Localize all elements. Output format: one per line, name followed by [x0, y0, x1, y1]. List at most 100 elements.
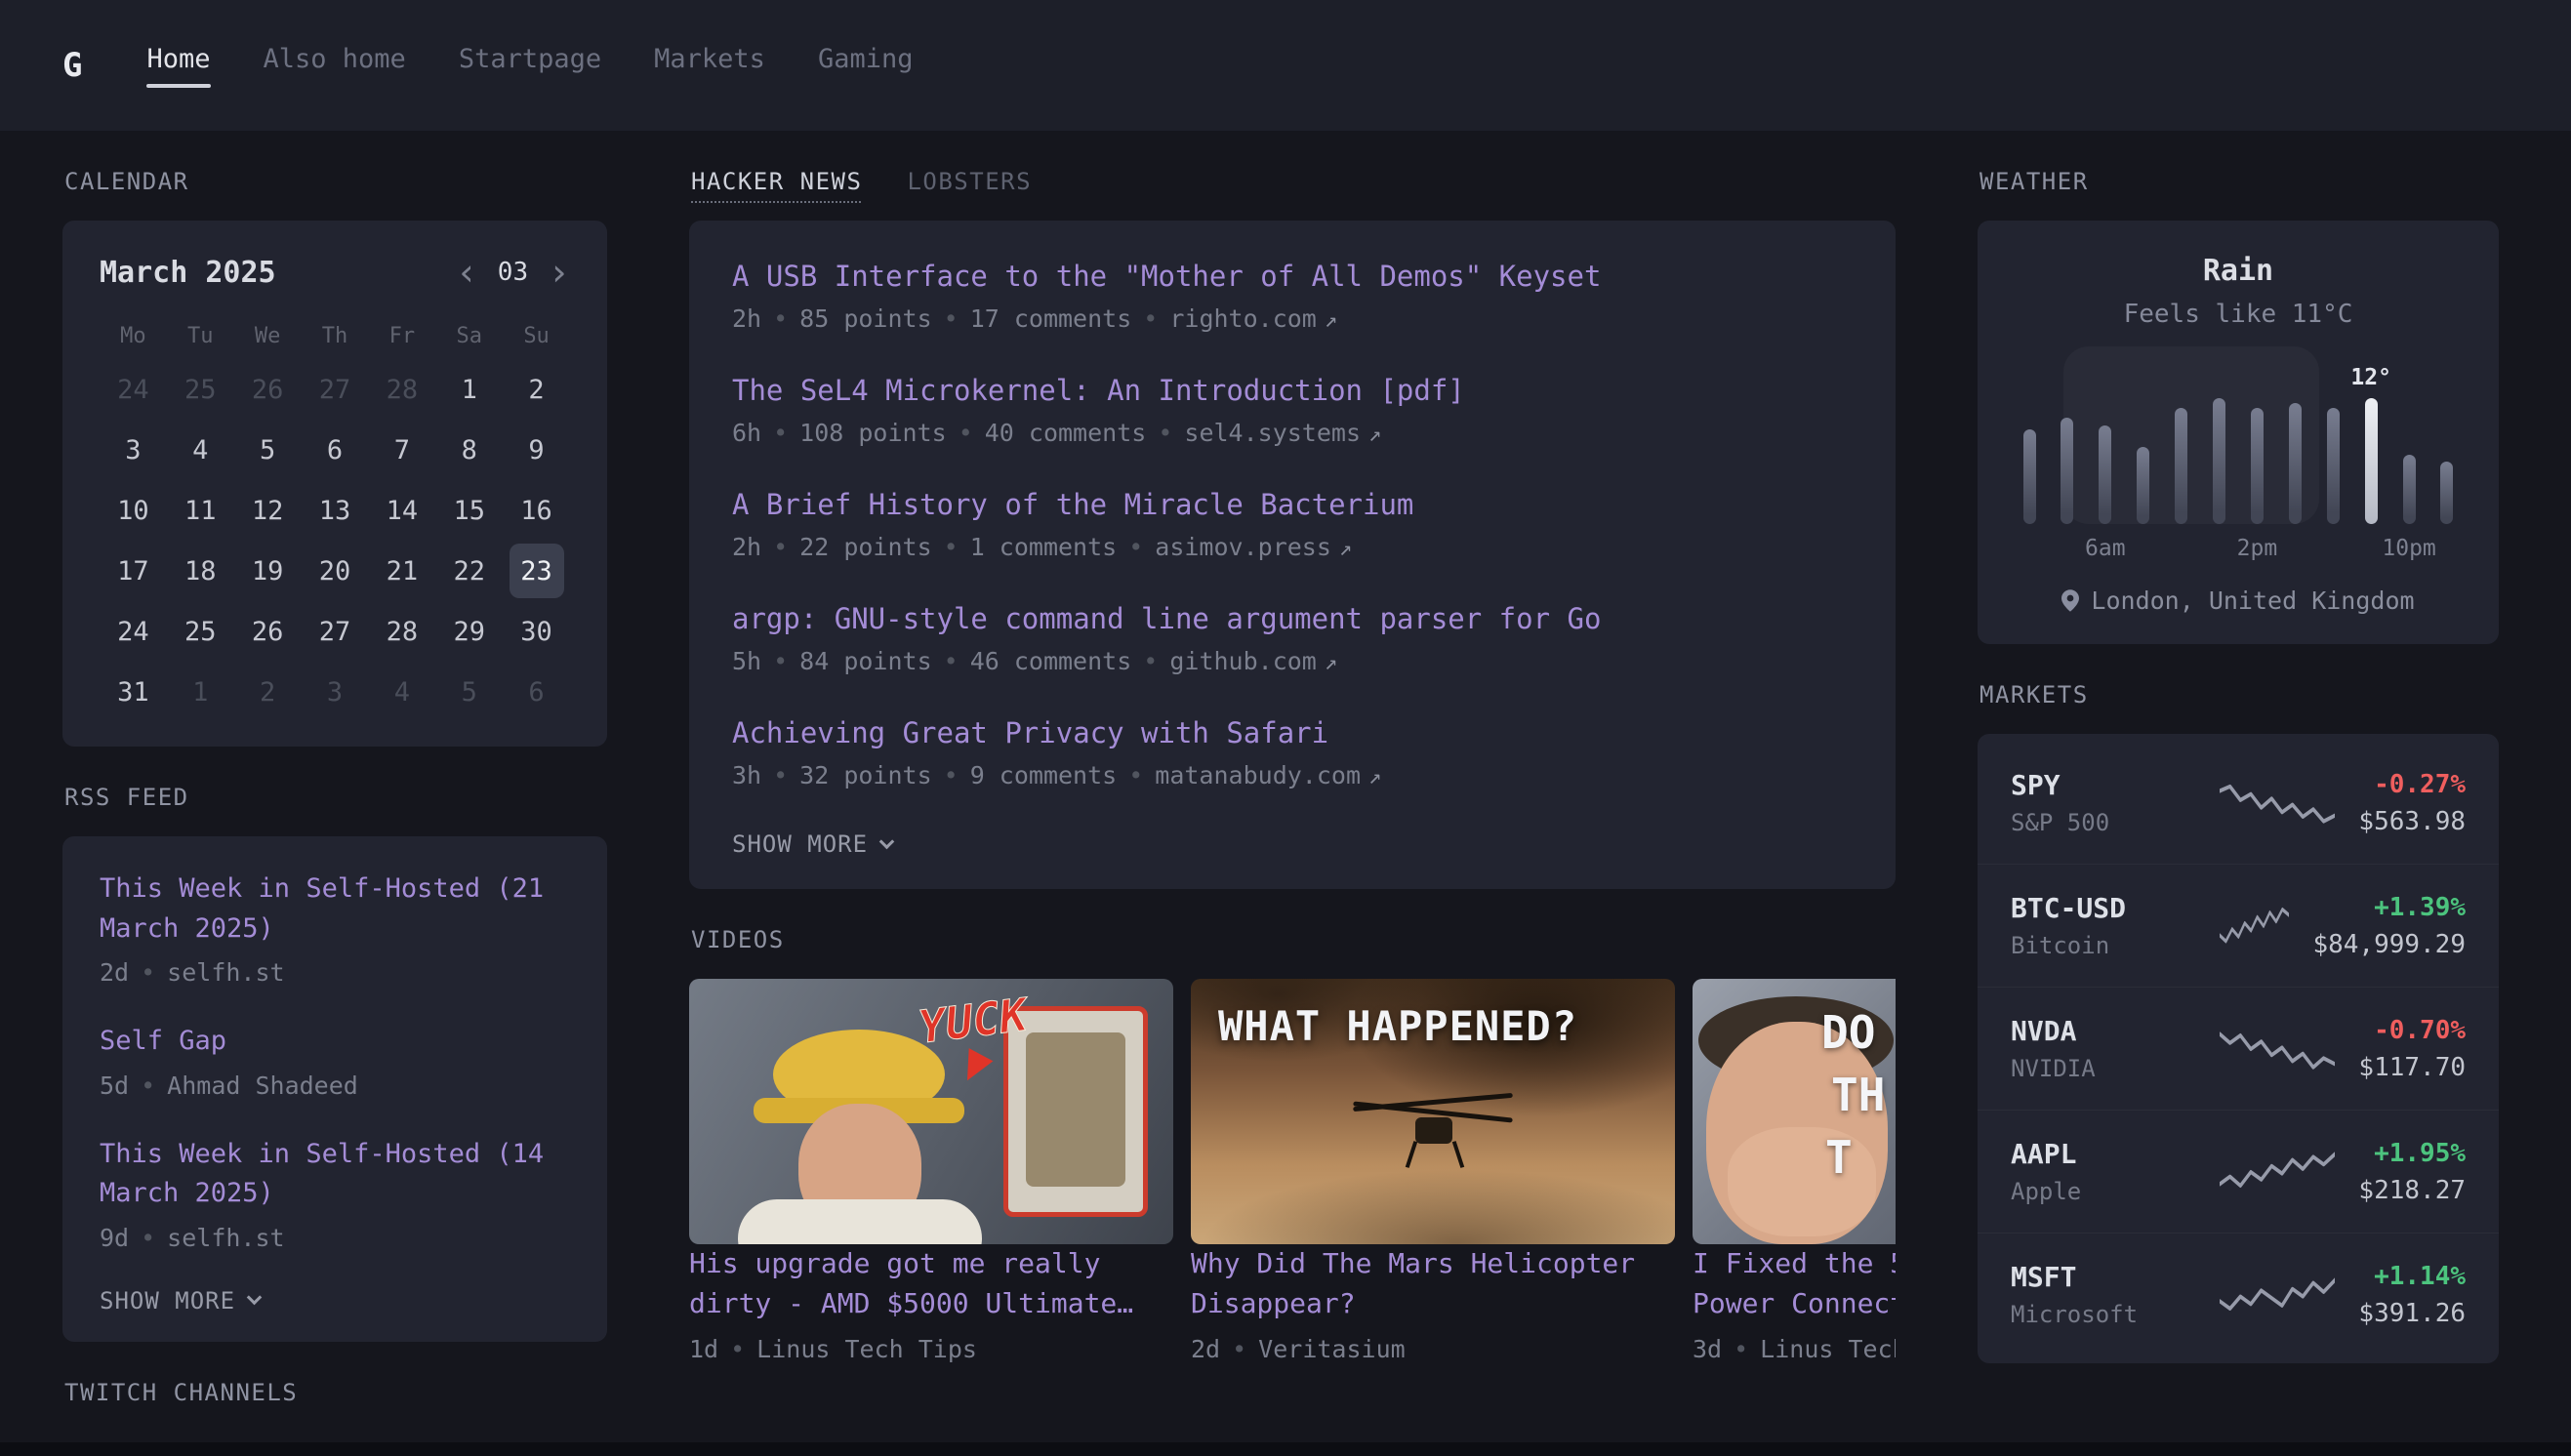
- weather-hour-bar[interactable]: 6am: [2089, 358, 2122, 524]
- calendar-day[interactable]: 26: [240, 362, 295, 417]
- rss-show-more-button[interactable]: SHOW MORE: [100, 1287, 570, 1314]
- temperature-bar: [2175, 408, 2187, 524]
- time-label: 10pm: [2382, 536, 2435, 561]
- market-row[interactable]: BTC-USD Bitcoin +1.39% $84,999.29: [1978, 864, 2499, 987]
- weather-hour-bar[interactable]: [2430, 358, 2464, 524]
- video-meta: 1d•Linus Tech Tips: [689, 1335, 1173, 1363]
- calendar-day[interactable]: 6: [307, 423, 362, 477]
- next-month-icon[interactable]: ›: [548, 254, 570, 291]
- market-row[interactable]: MSFT Microsoft +1.14% $391.26: [1978, 1233, 2499, 1355]
- news-tab[interactable]: LOBSTERS: [907, 168, 1032, 195]
- app-logo[interactable]: G: [62, 46, 82, 85]
- calendar-day[interactable]: 19: [240, 544, 295, 598]
- calendar-day[interactable]: 18: [173, 544, 227, 598]
- news-item-link[interactable]: Achieving Great Privacy with Safari: [732, 716, 1853, 749]
- weather-hour-bar[interactable]: [2316, 358, 2349, 524]
- calendar-day[interactable]: 30: [510, 604, 564, 659]
- calendar-day[interactable]: 14: [375, 483, 429, 538]
- news-item-link[interactable]: A Brief History of the Miracle Bacterium: [732, 488, 1853, 521]
- weather-widget: Rain Feels like 11°C: [1978, 221, 2499, 644]
- news-item: The SeL4 Microkernel: An Introduction [p…: [732, 374, 1853, 447]
- market-row[interactable]: SPY S&P 500 -0.27% $563.98: [1978, 742, 2499, 864]
- news-item-link[interactable]: argp: GNU-style command line argument pa…: [732, 602, 1853, 635]
- video-title[interactable]: His upgrade got me really dirty - AMD $5…: [689, 1244, 1173, 1323]
- calendar-day[interactable]: 4: [375, 665, 429, 719]
- news-item-domain[interactable]: github.com: [1169, 647, 1317, 675]
- calendar-day[interactable]: 1: [173, 665, 227, 719]
- calendar-day[interactable]: 3: [105, 423, 160, 477]
- weather-hour-bar[interactable]: [2165, 358, 2198, 524]
- weather-hour-bar[interactable]: [2203, 358, 2236, 524]
- market-price: $563.98: [2358, 807, 2466, 836]
- video-thumbnail[interactable]: YUCK: [689, 979, 1173, 1244]
- calendar-day[interactable]: 2: [240, 665, 295, 719]
- calendar-day[interactable]: 1: [442, 362, 497, 417]
- news-item-domain[interactable]: asimov.press: [1155, 533, 1331, 561]
- nav-tab[interactable]: Also home: [264, 44, 406, 88]
- video-thumbnail[interactable]: DO TH T: [1693, 979, 1896, 1244]
- calendar-day[interactable]: 5: [442, 665, 497, 719]
- calendar-day[interactable]: 29: [442, 604, 497, 659]
- prev-month-icon[interactable]: ‹: [456, 254, 478, 291]
- news-item-domain[interactable]: righto.com: [1169, 304, 1317, 333]
- calendar-day[interactable]: 25: [173, 362, 227, 417]
- rss-item-link[interactable]: This Week in Self-Hosted (21 March 2025): [100, 870, 570, 949]
- market-row[interactable]: AAPL Apple +1.95% $218.27: [1978, 1110, 2499, 1233]
- calendar-day[interactable]: 11: [173, 483, 227, 538]
- calendar-day[interactable]: 10: [105, 483, 160, 538]
- calendar-day[interactable]: 23: [510, 544, 564, 598]
- weather-hourly-chart: 6am: [2007, 358, 2469, 559]
- calendar-day[interactable]: 17: [105, 544, 160, 598]
- news-item-link[interactable]: A USB Interface to the "Mother of All De…: [732, 260, 1853, 293]
- calendar-day[interactable]: 7: [375, 423, 429, 477]
- news-show-more-button[interactable]: SHOW MORE: [732, 830, 1853, 858]
- calendar-day[interactable]: 31: [105, 665, 160, 719]
- rss-item-link[interactable]: Self Gap: [100, 1022, 570, 1062]
- weather-hour-bar[interactable]: [2051, 358, 2084, 524]
- weather-hour-bar[interactable]: 12°: [2354, 358, 2387, 524]
- calendar-day[interactable]: 24: [105, 604, 160, 659]
- video-title[interactable]: I Fixed the 5090 Power Connector…: [1693, 1244, 1896, 1323]
- calendar-day[interactable]: 3: [307, 665, 362, 719]
- calendar-day[interactable]: 27: [307, 362, 362, 417]
- calendar-header: March 2025 ‹ 03 ›: [100, 254, 570, 291]
- nav-tab[interactable]: Gaming: [818, 44, 914, 88]
- calendar-day[interactable]: 27: [307, 604, 362, 659]
- news-item-link[interactable]: The SeL4 Microkernel: An Introduction [p…: [732, 374, 1853, 407]
- calendar-day[interactable]: 22: [442, 544, 497, 598]
- news-item-comments: 40 comments: [985, 419, 1147, 447]
- weather-hour-bar[interactable]: [2013, 358, 2046, 524]
- calendar-day[interactable]: 25: [173, 604, 227, 659]
- calendar-day[interactable]: 24: [105, 362, 160, 417]
- calendar-day[interactable]: 8: [442, 423, 497, 477]
- video-thumbnail[interactable]: WHAT HAPPENED?: [1191, 979, 1675, 1244]
- calendar-day[interactable]: 13: [307, 483, 362, 538]
- calendar-day[interactable]: 6: [510, 665, 564, 719]
- weather-hour-bar[interactable]: [2127, 358, 2160, 524]
- calendar-day[interactable]: 28: [375, 362, 429, 417]
- weather-hour-bar[interactable]: 2pm: [2240, 358, 2273, 524]
- nav-tab[interactable]: Markets: [654, 44, 765, 88]
- calendar-day[interactable]: 28: [375, 604, 429, 659]
- calendar-day[interactable]: 4: [173, 423, 227, 477]
- calendar-day[interactable]: 20: [307, 544, 362, 598]
- nav-tab[interactable]: Home: [146, 44, 210, 88]
- calendar-day[interactable]: 12: [240, 483, 295, 538]
- news-item-domain[interactable]: matanabudy.com: [1155, 761, 1361, 789]
- weather-hour-bar[interactable]: 10pm: [2392, 358, 2426, 524]
- news-tab[interactable]: HACKER NEWS: [691, 168, 862, 195]
- nav-tab[interactable]: Startpage: [459, 44, 601, 88]
- calendar-day[interactable]: 15: [442, 483, 497, 538]
- calendar-day[interactable]: 2: [510, 362, 564, 417]
- calendar-day[interactable]: 9: [510, 423, 564, 477]
- video-title[interactable]: Why Did The Mars Helicopter Disappear?: [1191, 1244, 1675, 1323]
- market-row[interactable]: NVDA NVIDIA -0.70% $117.70: [1978, 987, 2499, 1110]
- calendar-day[interactable]: 26: [240, 604, 295, 659]
- rss-item-link[interactable]: This Week in Self-Hosted (14 March 2025): [100, 1135, 570, 1214]
- weather-hour-bar[interactable]: [2278, 358, 2311, 524]
- calendar-day[interactable]: 16: [510, 483, 564, 538]
- calendar-day[interactable]: 5: [240, 423, 295, 477]
- news-item-domain[interactable]: sel4.systems: [1184, 419, 1361, 447]
- calendar-day[interactable]: 21: [375, 544, 429, 598]
- weekday-label: Su: [503, 324, 570, 348]
